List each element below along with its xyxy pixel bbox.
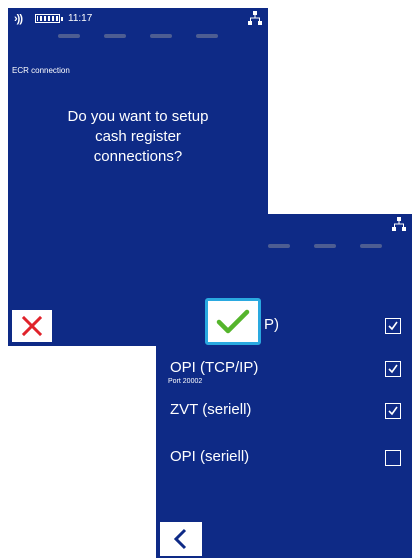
checkbox[interactable] xyxy=(385,318,401,334)
question-line: cash register xyxy=(95,128,181,145)
checkbox[interactable] xyxy=(385,403,401,419)
option-row[interactable]: OPI (TCP/IP) Port 20002 xyxy=(156,353,412,385)
check-icon xyxy=(388,406,398,416)
page-indicator xyxy=(58,34,218,38)
option-label: P) xyxy=(264,316,279,333)
status-time: 11:17 xyxy=(68,13,93,24)
status-bar: ›)) 11:17 xyxy=(8,8,268,34)
page-dot xyxy=(196,34,218,38)
option-sublabel: Port 20002 xyxy=(168,378,203,385)
screen-title: ECR connection xyxy=(12,66,70,75)
network-icon xyxy=(248,11,262,25)
page-dot xyxy=(268,244,290,248)
page-dot xyxy=(104,34,126,38)
page-dot xyxy=(314,244,336,248)
checkbox[interactable] xyxy=(385,361,401,377)
cancel-button[interactable] xyxy=(12,310,52,342)
option-row[interactable]: OPI (seriell) xyxy=(156,442,412,470)
option-label: ZVT (seriell) xyxy=(170,401,252,418)
network-icon xyxy=(392,217,406,231)
option-row[interactable]: ZVT (seriell) xyxy=(156,395,412,423)
question-line: connections? xyxy=(93,148,183,165)
check-icon xyxy=(216,309,250,333)
option-row[interactable]: P) xyxy=(156,310,412,338)
back-button[interactable] xyxy=(160,522,202,556)
confirm-button[interactable] xyxy=(205,298,261,345)
page-dot xyxy=(360,244,382,248)
page-dot xyxy=(150,34,172,38)
connection-list-screen: P) OPI (TCP/IP) Port 20002 ZVT (seriell)… xyxy=(156,214,412,558)
nfc-icon: ›)) xyxy=(14,13,23,25)
option-label: OPI (TCP/IP) xyxy=(170,359,259,376)
chevron-left-icon xyxy=(173,528,187,550)
question-line: Do you want to setup xyxy=(67,108,209,125)
check-icon xyxy=(388,321,398,331)
battery-icon xyxy=(35,14,63,23)
checkbox[interactable] xyxy=(385,450,401,466)
page-dot xyxy=(58,34,80,38)
check-icon xyxy=(388,364,398,374)
setup-question: Do you want to setup cash register conne… xyxy=(8,107,268,167)
x-icon xyxy=(21,315,43,337)
page-indicator xyxy=(268,244,382,248)
option-label: OPI (seriell) xyxy=(170,448,250,465)
